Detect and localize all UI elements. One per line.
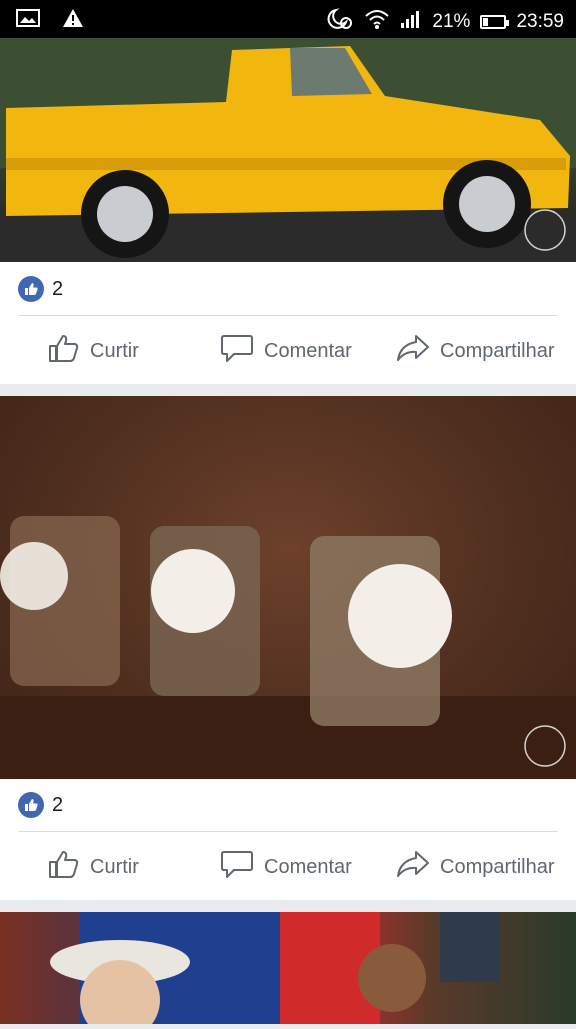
- battery-percent: 21%: [432, 11, 471, 32]
- post-image-jars[interactable]: [0, 396, 576, 779]
- post-actions: Curtir Comentar Compartilhar: [0, 837, 576, 897]
- children-wedding-photo: [50, 912, 500, 1029]
- comment-label: Comentar: [264, 339, 352, 362]
- like-button[interactable]: Curtir: [48, 837, 139, 897]
- battery-fill: [483, 18, 489, 26]
- comment-button[interactable]: Comentar: [220, 837, 352, 897]
- like-button[interactable]: Curtir: [48, 321, 139, 381]
- comment-button[interactable]: Comentar: [220, 321, 352, 381]
- share-button[interactable]: Compartilhar: [396, 321, 554, 381]
- feed-post: 2 Curtir Comentar Compartilhar: [0, 396, 576, 900]
- share-arrow-icon: [396, 333, 430, 369]
- comment-icon: [220, 849, 254, 885]
- like-label: Curtir: [90, 855, 139, 878]
- share-arrow-icon: [396, 849, 430, 885]
- feed-post: 2 Curtir Comentar Compartilhar: [0, 38, 576, 384]
- wifi-icon: [364, 8, 390, 36]
- gallery-icon: [16, 8, 40, 33]
- divider: [18, 831, 558, 832]
- likes-summary[interactable]: 2: [18, 792, 63, 818]
- yellow-truck-photo: [0, 38, 576, 262]
- comment-icon: [220, 333, 254, 369]
- share-label: Compartilhar: [440, 339, 555, 362]
- signal-icon: [400, 9, 422, 35]
- jars-favors-photo: [0, 396, 576, 779]
- like-reaction-icon: [18, 276, 44, 302]
- like-reaction-icon: [18, 792, 44, 818]
- likes-summary[interactable]: 2: [18, 276, 63, 302]
- post-image-truck[interactable]: [0, 38, 576, 262]
- share-button[interactable]: Compartilhar: [396, 837, 554, 897]
- divider: [18, 315, 558, 316]
- post-image-children[interactable]: [0, 912, 576, 1029]
- status-time: 23:59: [516, 11, 564, 32]
- post-actions: Curtir Comentar Compartilhar: [0, 321, 576, 381]
- feed-post: [0, 912, 576, 1029]
- status-bar: 21% 23:59: [0, 0, 576, 38]
- thumbs-up-icon: [48, 849, 80, 885]
- likes-count: 2: [52, 277, 64, 300]
- alarm-moon-icon: [326, 7, 354, 37]
- like-label: Curtir: [90, 339, 139, 362]
- likes-count: 2: [52, 793, 64, 816]
- warning-icon: [62, 8, 84, 33]
- thumbs-up-icon: [48, 333, 80, 369]
- share-label: Compartilhar: [440, 855, 555, 878]
- comment-label: Comentar: [264, 855, 352, 878]
- battery-icon: [480, 15, 510, 29]
